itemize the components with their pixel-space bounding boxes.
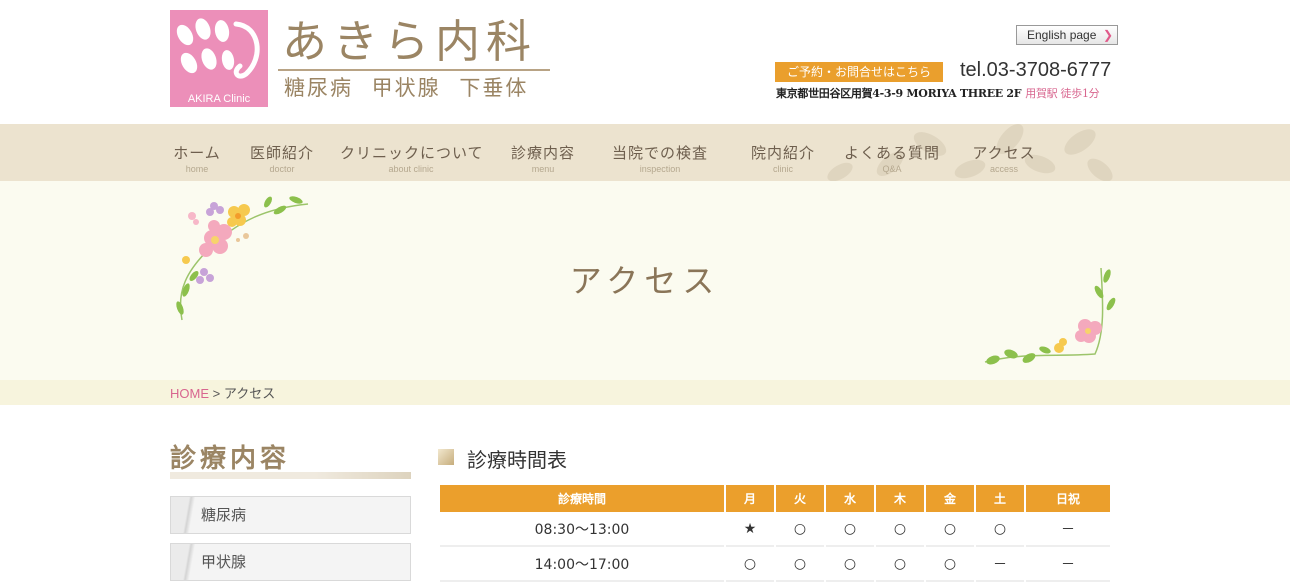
nav-sublabel: access [989, 164, 1018, 174]
nav-sublabel: menu [531, 164, 555, 174]
table-cell: ○ [926, 547, 974, 582]
logo-leaf-shape [198, 46, 220, 72]
header-mon: 月 [726, 485, 774, 512]
clinic-specialties: 糖尿病 甲状腺 下垂体 [284, 76, 529, 100]
table-cell: ○ [726, 547, 774, 582]
table-cell: ○ [876, 512, 924, 547]
nav-label: ホーム [173, 144, 221, 162]
english-page-label: English page [1027, 28, 1097, 42]
nav-sublabel: Q&A [882, 164, 902, 174]
header-sat: 土 [976, 485, 1024, 512]
table-cell: ○ [976, 512, 1024, 547]
nav-label: 診療内容 [510, 144, 575, 162]
clinic-logo[interactable]: AKIRA Clinic [170, 10, 268, 107]
logo-swirl-icon [233, 21, 260, 79]
nav-item-clinic-tour[interactable]: 院内紹介 clinic [746, 124, 820, 181]
nav-label: 医師紹介 [249, 144, 314, 162]
breadcrumb: HOME > アクセス [170, 383, 275, 402]
schedule-title: 診療時間表 [467, 448, 567, 472]
header-thu: 木 [876, 485, 924, 512]
header-fri: 金 [926, 485, 974, 512]
clinic-name: あきら内科 [282, 15, 538, 68]
table-cell: ○ [876, 547, 924, 582]
nav-label: 当院での検査 [611, 144, 708, 162]
logo-leaf-shape [173, 21, 197, 49]
logo-leaf-shape [213, 18, 231, 44]
table-row: 14:00〜17:00 ○ ○ ○ ○ ○ － － [440, 547, 1110, 582]
breadcrumb-home-link[interactable]: HOME [170, 386, 209, 401]
sidebar-title-underline [170, 472, 411, 479]
table-cell: － [976, 547, 1024, 582]
table-cell: ○ [826, 547, 874, 582]
logo-text: AKIRA Clinic [187, 93, 251, 105]
nav-sublabel: about clinic [388, 164, 434, 174]
nav-item-faq[interactable]: よくある質問 Q&A [840, 124, 944, 181]
station-access: 用賀駅 徒歩1分 [1025, 87, 1100, 100]
nav-label: アクセス [972, 144, 1036, 162]
header-wed: 水 [826, 485, 874, 512]
phone-number[interactable]: tel.03-3708-6777 [960, 59, 1111, 82]
nav-item-inspection[interactable]: 当院での検査 inspection [606, 124, 714, 181]
nav-label: クリニックについて [340, 144, 484, 162]
table-cell: ★ [726, 512, 774, 547]
flower-decoration-icon [984, 267, 1116, 365]
header-sun-holiday: 日祝 [1026, 485, 1110, 512]
table-row: 08:30〜13:00 ★ ○ ○ ○ ○ ○ － [440, 512, 1110, 547]
section-marker-icon [438, 449, 454, 465]
nav-item-doctor[interactable]: 医師紹介 doctor [246, 124, 318, 181]
nav-sublabel: clinic [772, 164, 793, 174]
logo-leaf-shape [177, 49, 201, 77]
table-cell: ○ [776, 547, 824, 582]
sidebar-item-diabetes[interactable]: 糖尿病 [170, 496, 411, 534]
nav-label: よくある質問 [843, 144, 940, 162]
chevron-right-icon: ❯ [1102, 28, 1113, 42]
breadcrumb-current: アクセス [223, 386, 276, 401]
sidebar-item-thyroid[interactable]: 甲状腺 [170, 543, 411, 581]
table-cell: 14:00〜17:00 [440, 547, 724, 582]
nav-sublabel: doctor [269, 164, 295, 174]
table-cell: － [1026, 547, 1110, 582]
nav-sublabel: home [185, 164, 209, 174]
address-text: 東京都世田谷区用賀4-3-9 MORIYA THREE 2F [776, 87, 1022, 100]
table-cell: 08:30〜13:00 [440, 512, 724, 547]
nav-label: 院内紹介 [750, 144, 815, 162]
schedule-header-row: 診療時間 月 火 水 木 金 土 日祝 [440, 485, 1110, 512]
header-tue: 火 [776, 485, 824, 512]
english-page-link[interactable]: English page ❯ [1016, 25, 1118, 45]
breadcrumb-separator: > [212, 386, 221, 401]
header-hours: 診療時間 [440, 485, 724, 512]
table-cell: ○ [776, 512, 824, 547]
nav-item-about-clinic[interactable]: クリニックについて about clinic [340, 124, 484, 181]
nav-item-access[interactable]: アクセス access [966, 124, 1042, 181]
clinic-address: 東京都世田谷区用賀4-3-9 MORIYA THREE 2F 用賀駅 徒歩1分 [776, 85, 1100, 101]
reservation-button[interactable]: ご予約・お問合せはこちら [775, 62, 943, 82]
table-cell: ○ [926, 512, 974, 547]
nav-item-home[interactable]: ホーム home [170, 124, 224, 181]
nav-sublabel: inspection [639, 164, 681, 174]
logo-leaf-shape [192, 16, 214, 42]
table-cell: － [1026, 512, 1110, 547]
schedule-table: 診療時間 月 火 水 木 金 土 日祝 08:30〜13:00 ★ ○ ○ ○ … [438, 485, 1112, 582]
nav-item-menu[interactable]: 診療内容 menu [506, 124, 580, 181]
table-cell: ○ [826, 512, 874, 547]
sidebar-title: 診療内容 [170, 444, 291, 474]
clinic-name-divider [278, 69, 550, 71]
